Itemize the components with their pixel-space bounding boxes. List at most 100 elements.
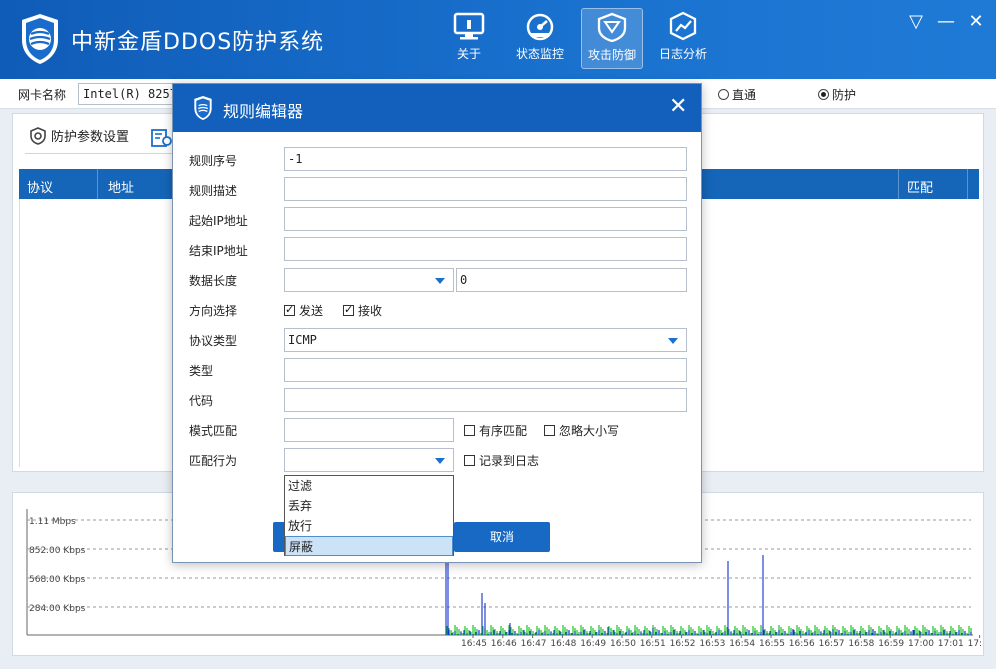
nav-about-label: 关于 (456, 47, 481, 61)
recv-label: 接收 (358, 304, 383, 318)
action-select[interactable] (284, 448, 454, 472)
protocol-select[interactable]: ICMP (284, 328, 687, 352)
log-label: 记录到日志 (479, 454, 540, 468)
send-label: 发送 (299, 304, 324, 318)
action-label: 匹配行为 (189, 454, 238, 468)
nic-label: 网卡名称 (18, 88, 67, 102)
rule-no-label: 规则序号 (189, 154, 238, 168)
monitor-icon (453, 12, 485, 40)
dialog-title: 规则编辑器 (223, 102, 304, 121)
ordered-match-checkbox[interactable]: 有序匹配 (464, 422, 527, 439)
mode-protect-radio[interactable]: 防护 (818, 86, 856, 103)
x-tick-label: 16:49 (580, 639, 606, 649)
nav-log-label: 日志分析 (658, 47, 707, 61)
end-ip-input[interactable] (284, 237, 687, 261)
mode-bypass-label: 直通 (732, 88, 757, 102)
title-bar: 中新金盾DDOS防护系统 关于 状态监控 攻击防御 日志分析 ▽ — ✕ (0, 0, 996, 79)
send-checkbox[interactable]: 发送 (284, 302, 323, 319)
data-len-op-select[interactable] (284, 268, 454, 292)
ignore-case-checkbox[interactable]: 忽略大小写 (544, 422, 619, 439)
x-tick-label: 16:53 (699, 639, 725, 649)
app-title: 中新金盾DDOS防护系统 (71, 30, 325, 55)
x-tick-label: 16:48 (550, 639, 576, 649)
data-len-label: 数据长度 (189, 274, 238, 288)
recv-checkbox[interactable]: 接收 (343, 302, 382, 319)
y-tick-label: 284.00 Kbps (29, 604, 86, 614)
col-address[interactable]: 地址 (108, 177, 134, 196)
gauge-icon (526, 13, 554, 41)
start-ip-input[interactable] (284, 207, 687, 231)
shield-filter-icon (597, 12, 627, 42)
x-tick-label: 16:54 (729, 639, 755, 649)
y-tick-label: 852.00 Kbps (29, 546, 86, 556)
menu-button[interactable]: ▽ (906, 12, 926, 32)
rule-no-input[interactable]: -1 (284, 147, 687, 171)
pattern-input[interactable] (284, 418, 454, 442)
pattern-label: 模式匹配 (189, 424, 238, 438)
data-len-input[interactable]: 0 (456, 268, 687, 292)
action-option-highlighted[interactable]: 屏蔽 (285, 536, 453, 556)
x-tick-label: 16:56 (789, 639, 815, 649)
tx-series (445, 551, 972, 635)
x-tick-label: 17: (968, 639, 982, 649)
rules-settings-icon[interactable] (151, 128, 173, 148)
close-window-button[interactable]: ✕ (966, 12, 986, 32)
checkbox-checked-icon (284, 303, 295, 316)
col-protocol[interactable]: 协议 (27, 177, 53, 196)
tab-defense-params[interactable]: 防护参数设置 (29, 126, 129, 145)
type-input[interactable] (284, 358, 687, 382)
mode-protect-label: 防护 (832, 88, 857, 102)
nav-status-label: 状态监控 (515, 47, 564, 61)
cancel-button[interactable]: 取消 (454, 522, 550, 552)
x-tick-label: 16:52 (670, 639, 696, 649)
radio-checked-icon (818, 89, 829, 100)
nic-select[interactable]: Intel(R) 8257 (78, 83, 174, 105)
y-tick-label: 1.11 Mbps (29, 517, 76, 527)
action-option[interactable]: 放行 (285, 516, 453, 536)
col-match[interactable]: 匹配 (907, 177, 933, 196)
col-separator (967, 169, 968, 199)
start-ip-label: 起始IP地址 (189, 214, 248, 228)
code-label: 代码 (189, 394, 214, 408)
ignore-case-label: 忽略大小写 (559, 424, 620, 438)
rx-series (446, 625, 972, 635)
action-option[interactable]: 过滤 (285, 476, 453, 496)
x-tick-label: 17:01 (938, 639, 964, 649)
checkbox-icon (464, 425, 475, 436)
log-checkbox[interactable]: 记录到日志 (464, 452, 539, 469)
nav-log-button[interactable]: 日志分析 (652, 8, 714, 69)
x-tick-label: 16:47 (521, 639, 547, 649)
minimize-button[interactable]: — (936, 12, 956, 32)
nav-about-button[interactable]: 关于 (438, 8, 500, 69)
x-tick-label: 16:46 (491, 639, 517, 649)
x-tick-label: 16:59 (878, 639, 904, 649)
mode-bypass-radio[interactable]: 直通 (718, 86, 756, 103)
nav-status-button[interactable]: 状态监控 (509, 8, 571, 69)
rule-desc-input[interactable] (284, 177, 687, 201)
x-tick-label: 16:58 (848, 639, 874, 649)
shield-gear-icon (30, 127, 46, 145)
checkbox-icon (544, 425, 555, 436)
rule-desc-label: 规则描述 (189, 184, 238, 198)
dialog-header: 规则编辑器 ✕ (173, 84, 701, 132)
protocol-label: 协议类型 (189, 334, 238, 348)
nav-defense-button[interactable]: 攻击防御 (581, 8, 643, 69)
x-tick-label: 16:57 (819, 639, 845, 649)
chevron-down-icon (668, 338, 678, 344)
protocol-value: ICMP (288, 333, 317, 347)
end-ip-label: 结束IP地址 (189, 244, 248, 258)
checkbox-icon (464, 455, 475, 466)
action-option[interactable]: 丢弃 (285, 496, 453, 516)
code-input[interactable] (284, 388, 687, 412)
nav-defense-label: 攻击防御 (587, 48, 636, 62)
chevron-down-icon (435, 458, 445, 464)
direction-label: 方向选择 (189, 304, 238, 318)
x-tick-label: 16:45 (461, 639, 487, 649)
shield-logo-icon (194, 95, 212, 121)
x-tick-label: 16:51 (640, 639, 666, 649)
x-tick-label: 17:00 (908, 639, 934, 649)
table-border (19, 199, 20, 467)
tab-divider (25, 153, 175, 154)
action-dropdown-list: 过滤 丢弃 放行 屏蔽 (284, 475, 454, 556)
dialog-close-button[interactable]: ✕ (669, 94, 687, 119)
